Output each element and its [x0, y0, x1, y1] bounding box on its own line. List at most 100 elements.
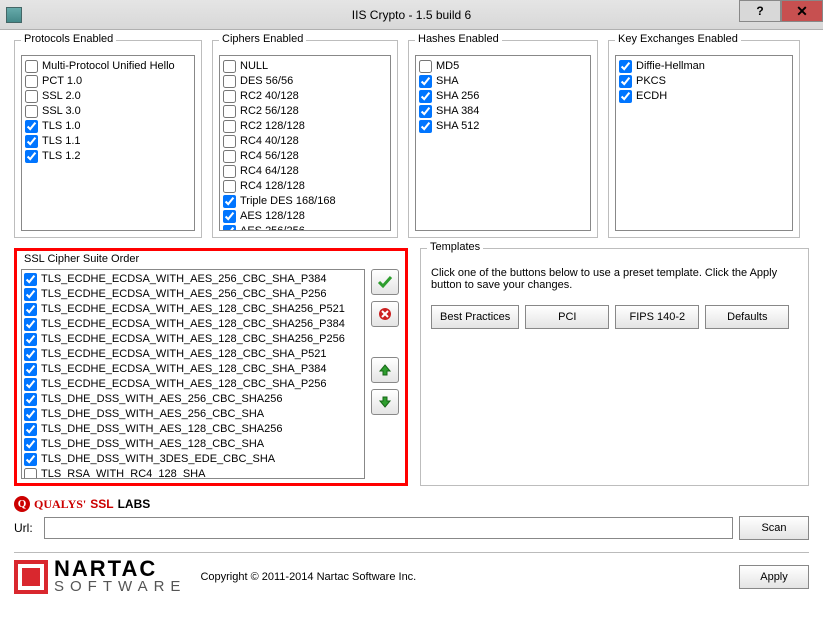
ssl-suite-item[interactable]: TLS_DHE_DSS_WITH_AES_128_CBC_SHA256	[24, 422, 362, 437]
checkbox[interactable]	[24, 378, 37, 391]
checkbox[interactable]	[223, 120, 236, 133]
ssl-suite-item[interactable]: TLS_ECDHE_ECDSA_WITH_AES_128_CBC_SHA_P25…	[24, 377, 362, 392]
hash-item[interactable]: SHA	[419, 74, 587, 89]
checkbox[interactable]	[24, 408, 37, 421]
cipher-item[interactable]: Triple DES 168/168	[223, 194, 387, 209]
cipher-item[interactable]: AES 128/128	[223, 209, 387, 224]
checkbox[interactable]	[24, 303, 37, 316]
url-input[interactable]	[44, 517, 733, 539]
checkbox[interactable]	[25, 75, 38, 88]
ssl-suite-item[interactable]: TLS_DHE_DSS_WITH_AES_256_CBC_SHA256	[24, 392, 362, 407]
fips-button[interactable]: FIPS 140-2	[615, 305, 699, 329]
protocol-item[interactable]: SSL 2.0	[25, 89, 191, 104]
cipher-item[interactable]: RC2 128/128	[223, 119, 387, 134]
checkbox[interactable]	[419, 105, 432, 118]
kex-list[interactable]: Diffie-HellmanPKCSECDH	[615, 55, 793, 231]
checkbox[interactable]	[24, 288, 37, 301]
checkbox[interactable]	[223, 165, 236, 178]
ssl-suite-item[interactable]: TLS_ECDHE_ECDSA_WITH_AES_128_CBC_SHA_P38…	[24, 362, 362, 377]
checkbox[interactable]	[223, 150, 236, 163]
checkbox[interactable]	[223, 105, 236, 118]
checkbox[interactable]	[24, 453, 37, 466]
cipher-item[interactable]: RC4 128/128	[223, 179, 387, 194]
checkbox[interactable]	[25, 120, 38, 133]
ssl-suite-item[interactable]: TLS_DHE_DSS_WITH_AES_256_CBC_SHA	[24, 407, 362, 422]
scan-button[interactable]: Scan	[739, 516, 809, 540]
checkbox[interactable]	[223, 225, 236, 231]
cipher-item[interactable]: NULL	[223, 59, 387, 74]
ssl-suite-item[interactable]: TLS_ECDHE_ECDSA_WITH_AES_256_CBC_SHA_P25…	[24, 287, 362, 302]
checkbox[interactable]	[419, 90, 432, 103]
checkbox[interactable]	[24, 333, 37, 346]
checkbox[interactable]	[223, 210, 236, 223]
checkbox[interactable]	[24, 468, 37, 479]
hash-item[interactable]: SHA 256	[419, 89, 587, 104]
checkbox[interactable]	[25, 90, 38, 103]
hash-item[interactable]: SHA 512	[419, 119, 587, 134]
checkbox[interactable]	[25, 135, 38, 148]
move-down-button[interactable]	[371, 389, 399, 415]
hash-item[interactable]: SHA 384	[419, 104, 587, 119]
ssl-suite-item[interactable]: TLS_RSA_WITH_RC4_128_SHA	[24, 467, 362, 479]
checkbox[interactable]	[24, 423, 37, 436]
checkbox[interactable]	[223, 75, 236, 88]
checkbox[interactable]	[24, 393, 37, 406]
uncheck-all-button[interactable]	[371, 301, 399, 327]
checkbox[interactable]	[223, 195, 236, 208]
hash-item[interactable]: MD5	[419, 59, 587, 74]
protocols-list[interactable]: Multi-Protocol Unified HelloPCT 1.0SSL 2…	[21, 55, 195, 231]
check-all-button[interactable]	[371, 269, 399, 295]
checkbox[interactable]	[619, 60, 632, 73]
ssl-suite-item[interactable]: TLS_ECDHE_ECDSA_WITH_AES_256_CBC_SHA_P38…	[24, 272, 362, 287]
ciphers-list[interactable]: NULLDES 56/56RC2 40/128RC2 56/128RC2 128…	[219, 55, 391, 231]
pci-button[interactable]: PCI	[525, 305, 609, 329]
checkbox[interactable]	[419, 75, 432, 88]
close-button[interactable]: ✕	[781, 0, 823, 22]
cipher-item[interactable]: DES 56/56	[223, 74, 387, 89]
protocol-item[interactable]: TLS 1.0	[25, 119, 191, 134]
checkbox[interactable]	[619, 90, 632, 103]
checkbox[interactable]	[25, 150, 38, 163]
checkbox[interactable]	[25, 105, 38, 118]
best-practices-button[interactable]: Best Practices	[431, 305, 519, 329]
help-button[interactable]: ?	[739, 0, 781, 22]
protocol-item[interactable]: SSL 3.0	[25, 104, 191, 119]
hashes-list[interactable]: MD5SHASHA 256SHA 384SHA 512	[415, 55, 591, 231]
cipher-item[interactable]: RC4 56/128	[223, 149, 387, 164]
ssl-suite-item[interactable]: TLS_ECDHE_ECDSA_WITH_AES_128_CBC_SHA256_…	[24, 317, 362, 332]
cipher-item[interactable]: RC2 40/128	[223, 89, 387, 104]
cipher-item[interactable]: AES 256/256	[223, 224, 387, 231]
ssl-suite-item[interactable]: TLS_DHE_DSS_WITH_AES_128_CBC_SHA	[24, 437, 362, 452]
checkbox[interactable]	[223, 135, 236, 148]
checkbox[interactable]	[24, 363, 37, 376]
checkbox[interactable]	[24, 348, 37, 361]
ssl-suite-item[interactable]: TLS_ECDHE_ECDSA_WITH_AES_128_CBC_SHA256_…	[24, 302, 362, 317]
cipher-item[interactable]: RC4 40/128	[223, 134, 387, 149]
kex-item[interactable]: Diffie-Hellman	[619, 59, 789, 74]
cipher-item[interactable]: RC4 64/128	[223, 164, 387, 179]
cipher-item[interactable]: RC2 56/128	[223, 104, 387, 119]
ssl-suite-item[interactable]: TLS_ECDHE_ECDSA_WITH_AES_128_CBC_SHA256_…	[24, 332, 362, 347]
checkbox[interactable]	[223, 180, 236, 193]
kex-item[interactable]: ECDH	[619, 89, 789, 104]
protocol-item[interactable]: TLS 1.2	[25, 149, 191, 164]
checkbox[interactable]	[223, 60, 236, 73]
checkbox[interactable]	[24, 318, 37, 331]
checkbox[interactable]	[419, 60, 432, 73]
checkbox[interactable]	[619, 75, 632, 88]
checkbox[interactable]	[419, 120, 432, 133]
defaults-button[interactable]: Defaults	[705, 305, 789, 329]
apply-button[interactable]: Apply	[739, 565, 809, 589]
protocol-item[interactable]: Multi-Protocol Unified Hello	[25, 59, 191, 74]
ssl-suite-item[interactable]: TLS_ECDHE_ECDSA_WITH_AES_128_CBC_SHA_P52…	[24, 347, 362, 362]
checkbox[interactable]	[223, 90, 236, 103]
ssl-suite-item[interactable]: TLS_DHE_DSS_WITH_3DES_EDE_CBC_SHA	[24, 452, 362, 467]
checkbox[interactable]	[24, 273, 37, 286]
checkbox[interactable]	[25, 60, 38, 73]
checkbox[interactable]	[24, 438, 37, 451]
ssl-order-list[interactable]: TLS_ECDHE_ECDSA_WITH_AES_256_CBC_SHA_P38…	[21, 269, 365, 479]
move-up-button[interactable]	[371, 357, 399, 383]
kex-item[interactable]: PKCS	[619, 74, 789, 89]
protocol-item[interactable]: PCT 1.0	[25, 74, 191, 89]
protocol-item[interactable]: TLS 1.1	[25, 134, 191, 149]
